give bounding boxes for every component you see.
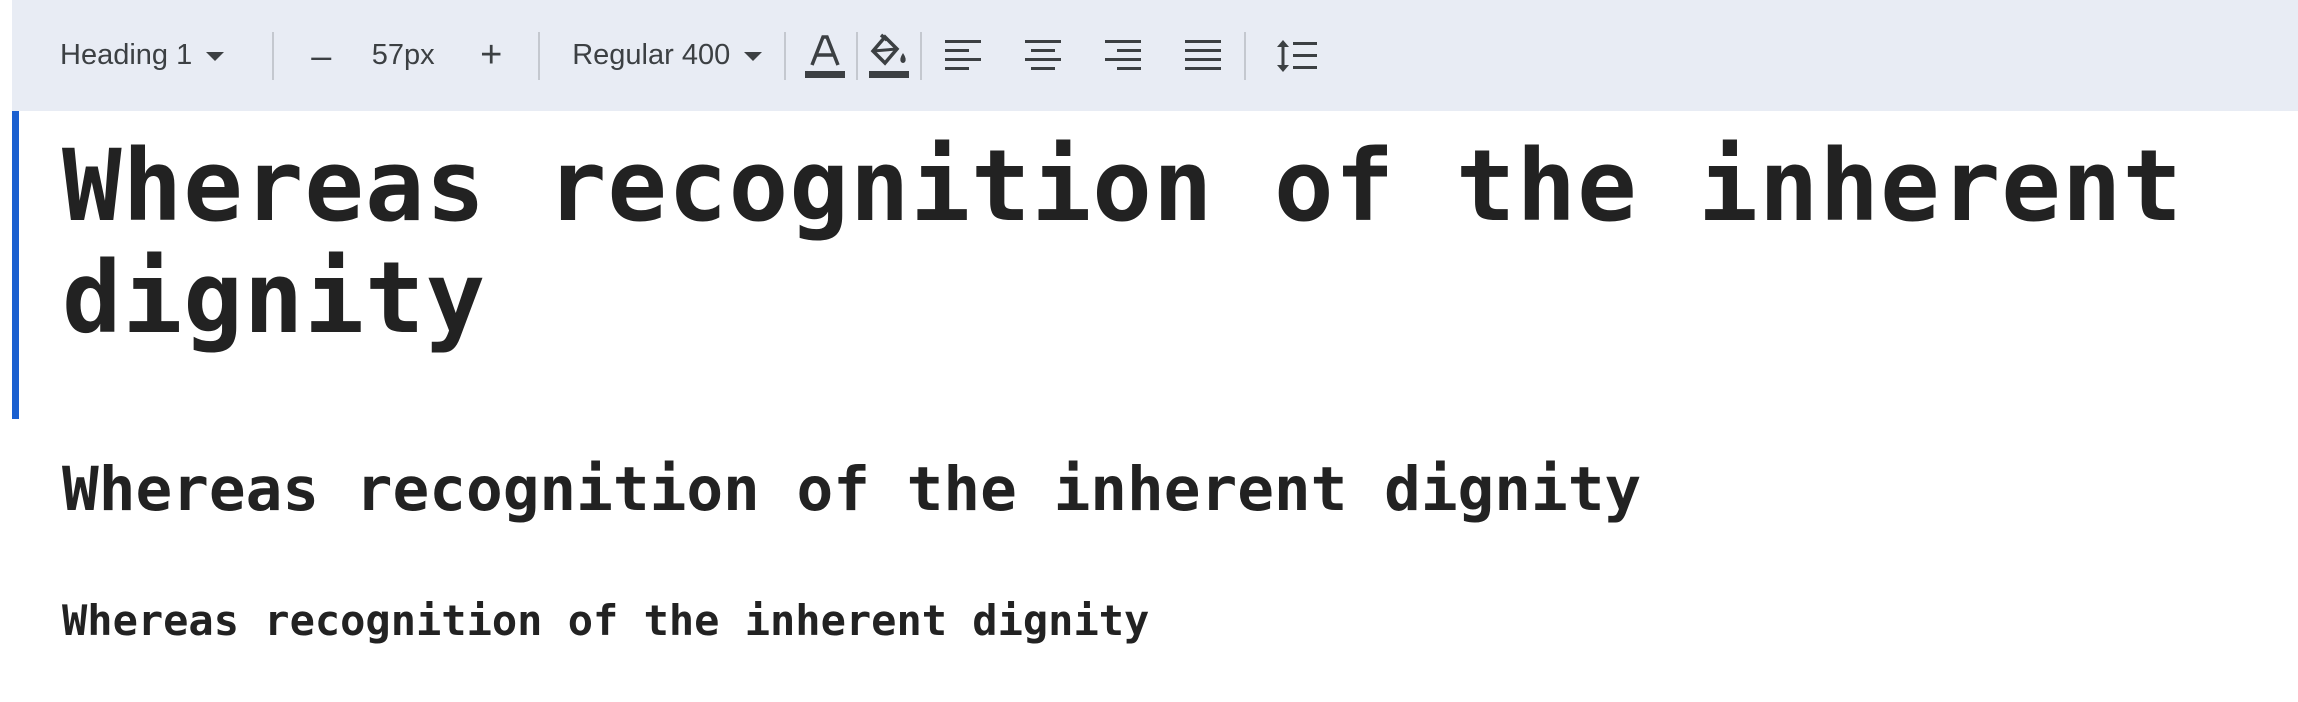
line-spacing-button[interactable] bbox=[1270, 26, 1324, 86]
toolbar-divider bbox=[784, 31, 787, 80]
font-size-value: 57px bbox=[371, 39, 435, 71]
style-dropdown-label: Heading 1 bbox=[60, 39, 193, 71]
heading-1-text[interactable]: Whereas recognition of the inherent dign… bbox=[62, 131, 2262, 355]
align-right-icon bbox=[1105, 39, 1142, 70]
align-justify-icon bbox=[1185, 39, 1222, 70]
align-justify-button[interactable] bbox=[1176, 26, 1230, 86]
align-right-button[interactable] bbox=[1096, 26, 1150, 86]
font-preview-page: Heading 1 – 57px + Regular 400 Whereas r… bbox=[0, 0, 2298, 702]
heading-3-text[interactable]: Whereas recognition of the inherent dign… bbox=[62, 591, 1149, 651]
toolbar-divider bbox=[538, 31, 541, 80]
fill-color-icon bbox=[869, 33, 910, 78]
active-block-indicator bbox=[12, 111, 19, 419]
chevron-down-icon bbox=[206, 52, 225, 61]
fill-color-button[interactable] bbox=[862, 26, 916, 86]
text-format-toolbar: Heading 1 – 57px + Regular 400 bbox=[12, 0, 2298, 111]
align-center-icon bbox=[1025, 39, 1062, 70]
minus-icon: – bbox=[311, 34, 332, 76]
plus-icon: + bbox=[480, 34, 503, 76]
toolbar-divider bbox=[272, 31, 275, 80]
line-spacing-icon bbox=[1277, 39, 1318, 72]
font-size-field[interactable]: 57px bbox=[348, 26, 458, 86]
text-color-icon bbox=[805, 34, 846, 78]
align-left-button[interactable] bbox=[936, 26, 990, 86]
style-dropdown[interactable]: Heading 1 bbox=[60, 26, 225, 86]
toolbar-divider bbox=[1244, 31, 1247, 80]
text-color-button[interactable] bbox=[798, 26, 852, 86]
align-left-icon bbox=[945, 39, 982, 70]
decrease-size-button[interactable]: – bbox=[294, 26, 348, 86]
chevron-down-icon bbox=[744, 52, 763, 61]
toolbar-divider bbox=[920, 31, 923, 80]
editor-area[interactable]: Whereas recognition of the inherent dign… bbox=[0, 111, 2298, 702]
weight-dropdown[interactable]: Regular 400 bbox=[572, 26, 763, 86]
align-center-button[interactable] bbox=[1016, 26, 1070, 86]
weight-dropdown-label: Regular 400 bbox=[572, 39, 731, 71]
increase-size-button[interactable]: + bbox=[464, 26, 518, 86]
heading-2-text[interactable]: Whereas recognition of the inherent dign… bbox=[62, 451, 1641, 529]
toolbar-divider bbox=[856, 31, 859, 80]
